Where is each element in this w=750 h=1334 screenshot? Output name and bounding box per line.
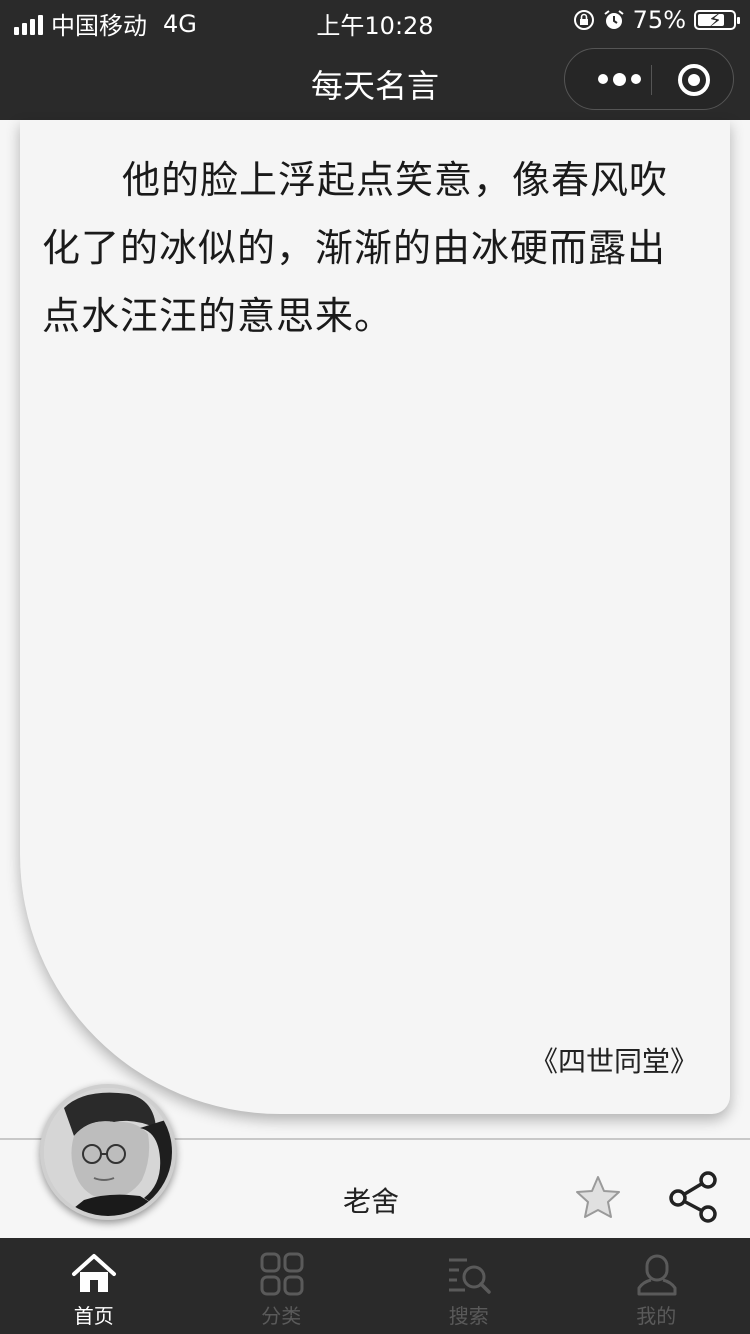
- quote-text: 他的脸上浮起点笑意，像春风吹化了的冰似的，渐渐的由冰硬而露出点水汪汪的意思来。: [42, 158, 669, 338]
- screen: 中国移动 4G 上午10:28 75% ⚡ 每天名言 他的脸上浮起点笑意，像春风…: [0, 0, 750, 1334]
- status-bar: 中国移动 4G 上午10:28 75% ⚡: [0, 0, 750, 40]
- charging-icon: ⚡: [708, 8, 723, 32]
- status-right: 75% ⚡: [573, 6, 740, 34]
- rotation-lock-icon: [573, 10, 594, 30]
- quote-card: 他的脸上浮起点笑意，像春风吹化了的冰似的，渐渐的由冰硬而露出点水汪汪的意思来。 …: [20, 120, 730, 1114]
- tab-bar: 首页 分类 搜索 我的: [0, 1238, 750, 1334]
- tab-category-label: 分类: [261, 1304, 302, 1328]
- nav-bar: 每天名言: [0, 40, 750, 120]
- user-icon: [637, 1254, 676, 1296]
- tab-home[interactable]: 首页: [0, 1238, 188, 1334]
- favorite-star-icon[interactable]: [574, 1174, 622, 1222]
- miniprogram-capsule: [564, 48, 734, 110]
- author-name: 老舍: [342, 1185, 399, 1218]
- more-icon[interactable]: [589, 63, 649, 95]
- tab-home-label: 首页: [73, 1304, 114, 1328]
- battery-icon: ⚡: [694, 8, 740, 32]
- share-icon[interactable]: [666, 1170, 720, 1224]
- tab-search-label: 搜索: [448, 1304, 489, 1328]
- capsule-divider: [651, 65, 652, 95]
- home-icon: [72, 1254, 116, 1292]
- grid-icon: [260, 1252, 303, 1296]
- battery-percent: 75%: [632, 6, 686, 34]
- tab-search[interactable]: 搜索: [375, 1238, 563, 1334]
- tab-mine-label: 我的: [636, 1304, 677, 1328]
- search-icon: [449, 1258, 491, 1294]
- tab-category[interactable]: 分类: [188, 1238, 376, 1334]
- tab-mine[interactable]: 我的: [563, 1238, 750, 1334]
- alarm-icon: [604, 10, 624, 29]
- quote-source: 《四世同堂》: [529, 1045, 698, 1078]
- close-target-icon[interactable]: [677, 63, 711, 97]
